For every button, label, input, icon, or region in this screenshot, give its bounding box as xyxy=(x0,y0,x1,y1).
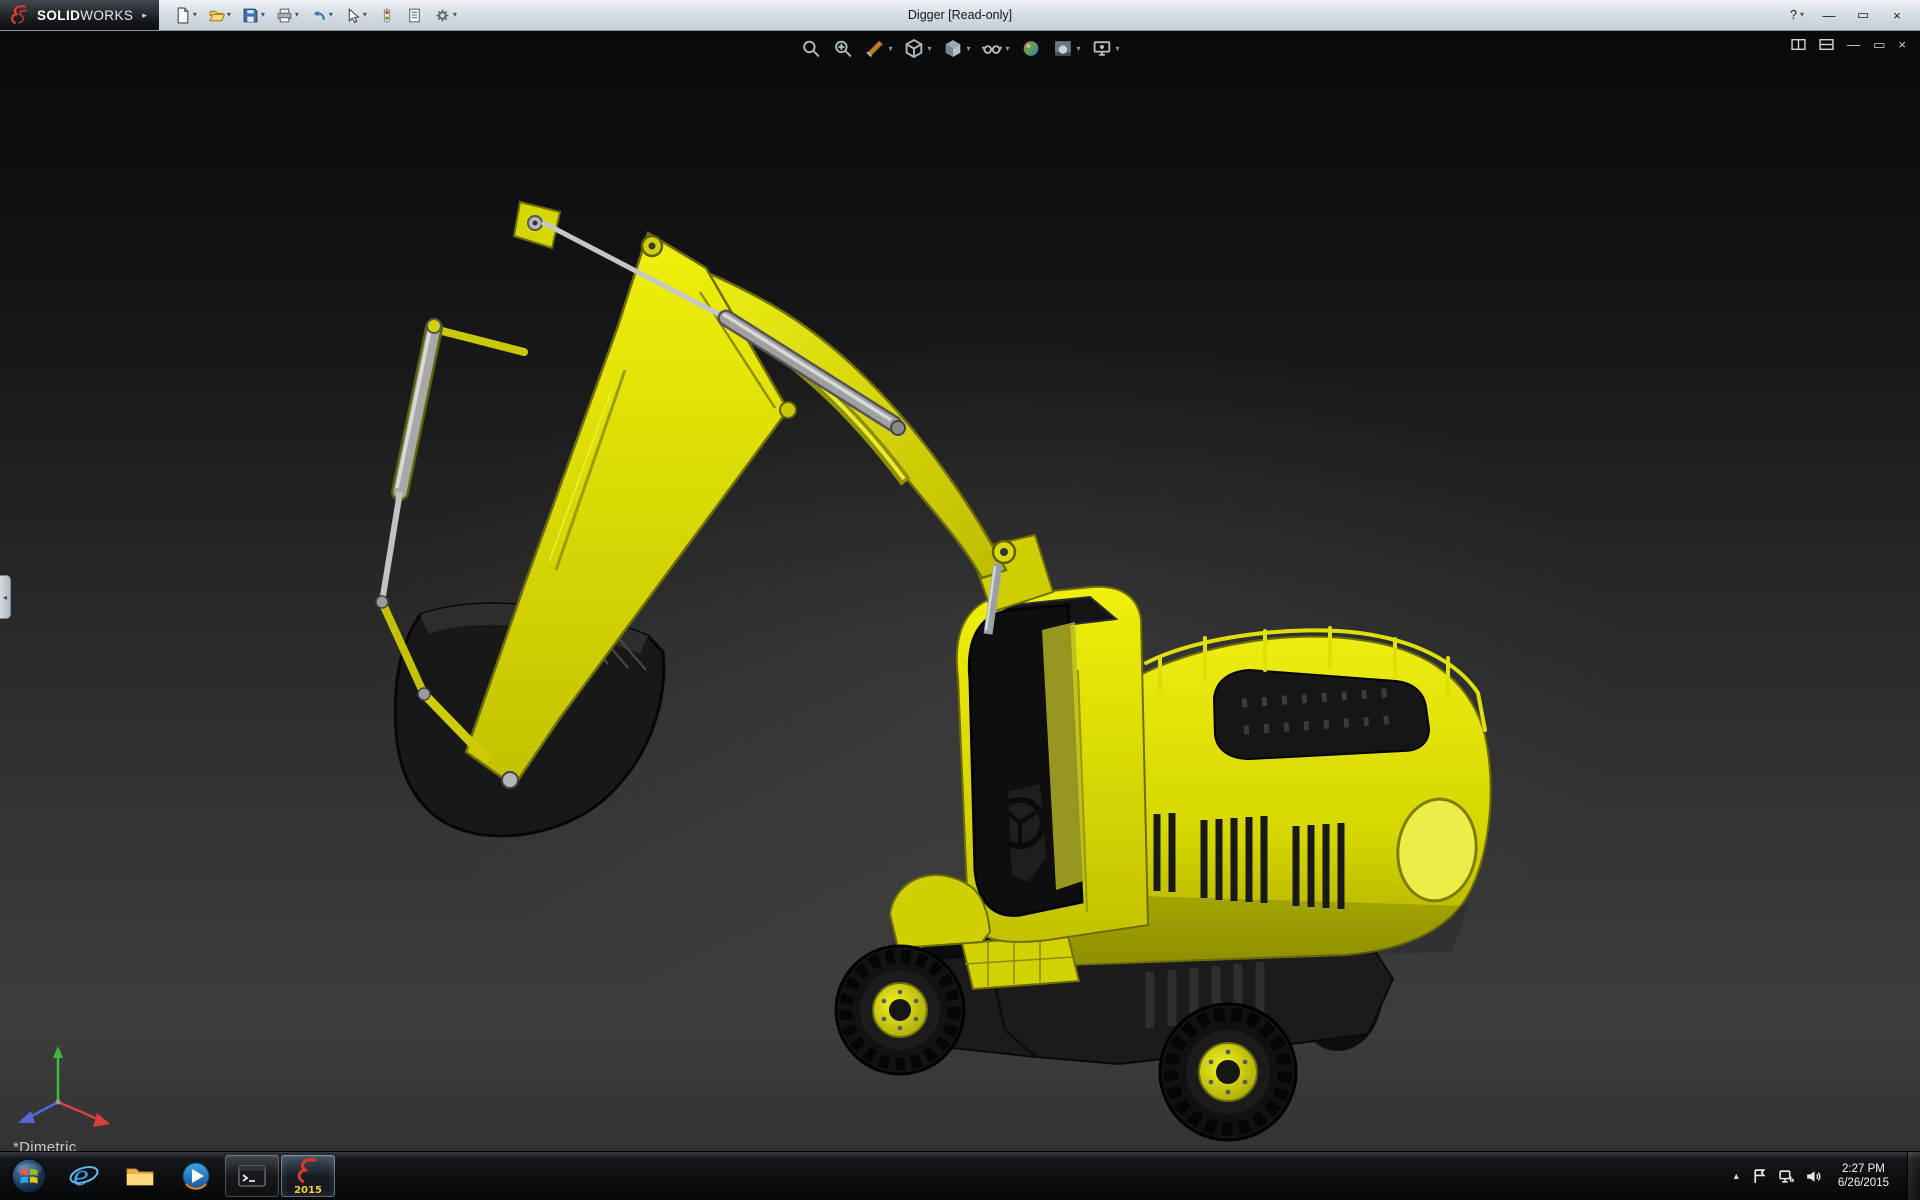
print-icon xyxy=(276,7,293,24)
document-window-controls: — ▭ × xyxy=(1791,37,1906,52)
minimize-button[interactable]: — xyxy=(1820,8,1838,23)
section-view-icon xyxy=(864,38,885,59)
wheel-rear[interactable] xyxy=(1160,1004,1296,1140)
hide-show-items-icon xyxy=(982,38,1003,59)
undo-button[interactable]: ▾ xyxy=(307,5,336,26)
close-button[interactable]: × xyxy=(1888,8,1906,23)
dropdown-arrow-icon[interactable]: ▾ xyxy=(227,11,231,19)
options-button[interactable]: ▾ xyxy=(431,5,460,26)
graphics-viewport[interactable]: ▾ ▾ ▾ ▾ ▾ ▾ — ▭ × ◂ *D xyxy=(0,30,1920,1152)
edit-appearance-button[interactable] xyxy=(1020,37,1043,60)
window-controls: ?▾ — ▭ × xyxy=(1790,7,1920,23)
clock-time: 2:27 PM xyxy=(1838,1162,1889,1176)
solidworks-logo-icon xyxy=(8,4,30,26)
apply-scene-button[interactable]: ▾ xyxy=(1052,37,1082,60)
taskbar-command-prompt[interactable] xyxy=(225,1155,279,1197)
clock-date: 6/26/2015 xyxy=(1838,1176,1889,1190)
taskbar-solidworks[interactable]: 2015 xyxy=(281,1155,335,1197)
main-toolbar: ▾ ▾ ▾ ▾ ▾ ▾ ▾ xyxy=(171,5,460,26)
heads-up-toolbar: ▾ ▾ ▾ ▾ ▾ ▾ xyxy=(799,37,1120,60)
window-title: Digger [Read-only] xyxy=(908,0,1012,30)
titlebar: SOLIDWORKS ▸ ▾ ▾ ▾ ▾ ▾ ▾ xyxy=(0,0,1920,31)
view-orientation-cube-icon xyxy=(903,38,924,59)
view-orientation-button[interactable]: ▾ xyxy=(902,37,932,60)
media-player-icon xyxy=(180,1160,212,1192)
zoom-to-fit-button[interactable] xyxy=(799,37,822,60)
new-button[interactable]: ▾ xyxy=(171,5,200,26)
excavator-model[interactable] xyxy=(376,202,1491,1140)
show-hidden-icons-button[interactable]: ▴ xyxy=(1732,1171,1741,1182)
restore-button[interactable]: ▭ xyxy=(1854,7,1872,23)
action-center-icon[interactable] xyxy=(1751,1168,1768,1185)
rebuild-icon xyxy=(378,7,395,24)
solidworks-taskbar-icon: 2015 xyxy=(292,1157,324,1195)
display-style-icon xyxy=(942,38,963,59)
view-settings-button[interactable]: ▾ xyxy=(1091,37,1121,60)
dropdown-arrow-icon[interactable]: ▾ xyxy=(193,11,197,19)
taskbar-media-player[interactable] xyxy=(169,1155,223,1197)
taskbar: e 2015 ▴ xyxy=(0,1151,1920,1200)
svg-text:e: e xyxy=(73,1161,89,1192)
system-tray: ▴ 2:27 PM 6/26/2015 xyxy=(1732,1152,1920,1200)
file-properties-icon xyxy=(406,7,423,24)
taskbar-internet-explorer[interactable]: e xyxy=(57,1155,111,1197)
viewport-canvas[interactable] xyxy=(0,30,1920,1152)
open-button[interactable]: ▾ xyxy=(205,5,234,26)
edit-appearance-icon xyxy=(1021,38,1042,59)
taskbar-windows-explorer[interactable] xyxy=(113,1155,167,1197)
open-icon xyxy=(208,7,225,24)
wheel-front[interactable] xyxy=(836,946,964,1074)
new-icon xyxy=(174,7,191,24)
doc-restore-button[interactable]: ▭ xyxy=(1873,38,1885,51)
internet-explorer-icon: e xyxy=(68,1160,100,1192)
engine-cover xyxy=(1214,670,1429,759)
save-icon xyxy=(242,7,259,24)
network-icon[interactable] xyxy=(1778,1168,1795,1185)
apply-scene-icon xyxy=(1053,38,1074,59)
print-button[interactable]: ▾ xyxy=(273,5,302,26)
dropdown-arrow-icon[interactable]: ▾ xyxy=(453,11,457,19)
rebuild-button[interactable] xyxy=(375,5,398,26)
save-button[interactable]: ▾ xyxy=(239,5,268,26)
dropdown-arrow-icon[interactable]: ▾ xyxy=(329,11,333,19)
brand-name: SOLIDWORKS xyxy=(37,8,133,23)
view-settings-icon xyxy=(1092,38,1113,59)
logo-expand-arrow[interactable]: ▸ xyxy=(142,10,147,21)
show-desktop-button[interactable] xyxy=(1907,1152,1920,1200)
dropdown-arrow-icon[interactable]: ▾ xyxy=(363,11,367,19)
folder-icon xyxy=(124,1160,156,1192)
feature-tree-collapse-tab[interactable]: ◂ xyxy=(0,575,11,619)
help-button[interactable]: ?▾ xyxy=(1790,8,1804,22)
command-prompt-icon xyxy=(236,1160,268,1192)
zoom-to-area-icon xyxy=(832,38,853,59)
svg-text:2015: 2015 xyxy=(294,1185,322,1195)
doc-minimize-button[interactable]: — xyxy=(1847,38,1860,51)
zoom-to-area-button[interactable] xyxy=(831,37,854,60)
section-view-button[interactable]: ▾ xyxy=(863,37,893,60)
hide-show-items-button[interactable]: ▾ xyxy=(981,37,1011,60)
start-button[interactable] xyxy=(6,1153,52,1199)
file-properties-button[interactable] xyxy=(403,5,426,26)
dropdown-arrow-icon[interactable]: ▾ xyxy=(295,11,299,19)
zoom-to-fit-icon xyxy=(800,38,821,59)
select-cursor-icon xyxy=(344,7,361,24)
split-view-horizontal-icon[interactable] xyxy=(1819,37,1834,52)
display-style-button[interactable]: ▾ xyxy=(941,37,971,60)
undo-icon xyxy=(310,7,327,24)
clock[interactable]: 2:27 PM 6/26/2015 xyxy=(1838,1162,1889,1190)
select-button[interactable]: ▾ xyxy=(341,5,370,26)
solidworks-logo[interactable]: SOLIDWORKS ▸ xyxy=(0,0,159,30)
split-view-vertical-icon[interactable] xyxy=(1791,37,1806,52)
options-gear-icon xyxy=(434,7,451,24)
coordinate-triad xyxy=(18,1046,110,1127)
dropdown-arrow-icon[interactable]: ▾ xyxy=(261,11,265,19)
volume-icon[interactable] xyxy=(1805,1168,1822,1185)
cab[interactable] xyxy=(957,587,1148,942)
hydraulic-cylinder-stick[interactable] xyxy=(376,319,524,608)
windows-start-icon xyxy=(10,1157,48,1195)
doc-close-button[interactable]: × xyxy=(1898,38,1906,51)
